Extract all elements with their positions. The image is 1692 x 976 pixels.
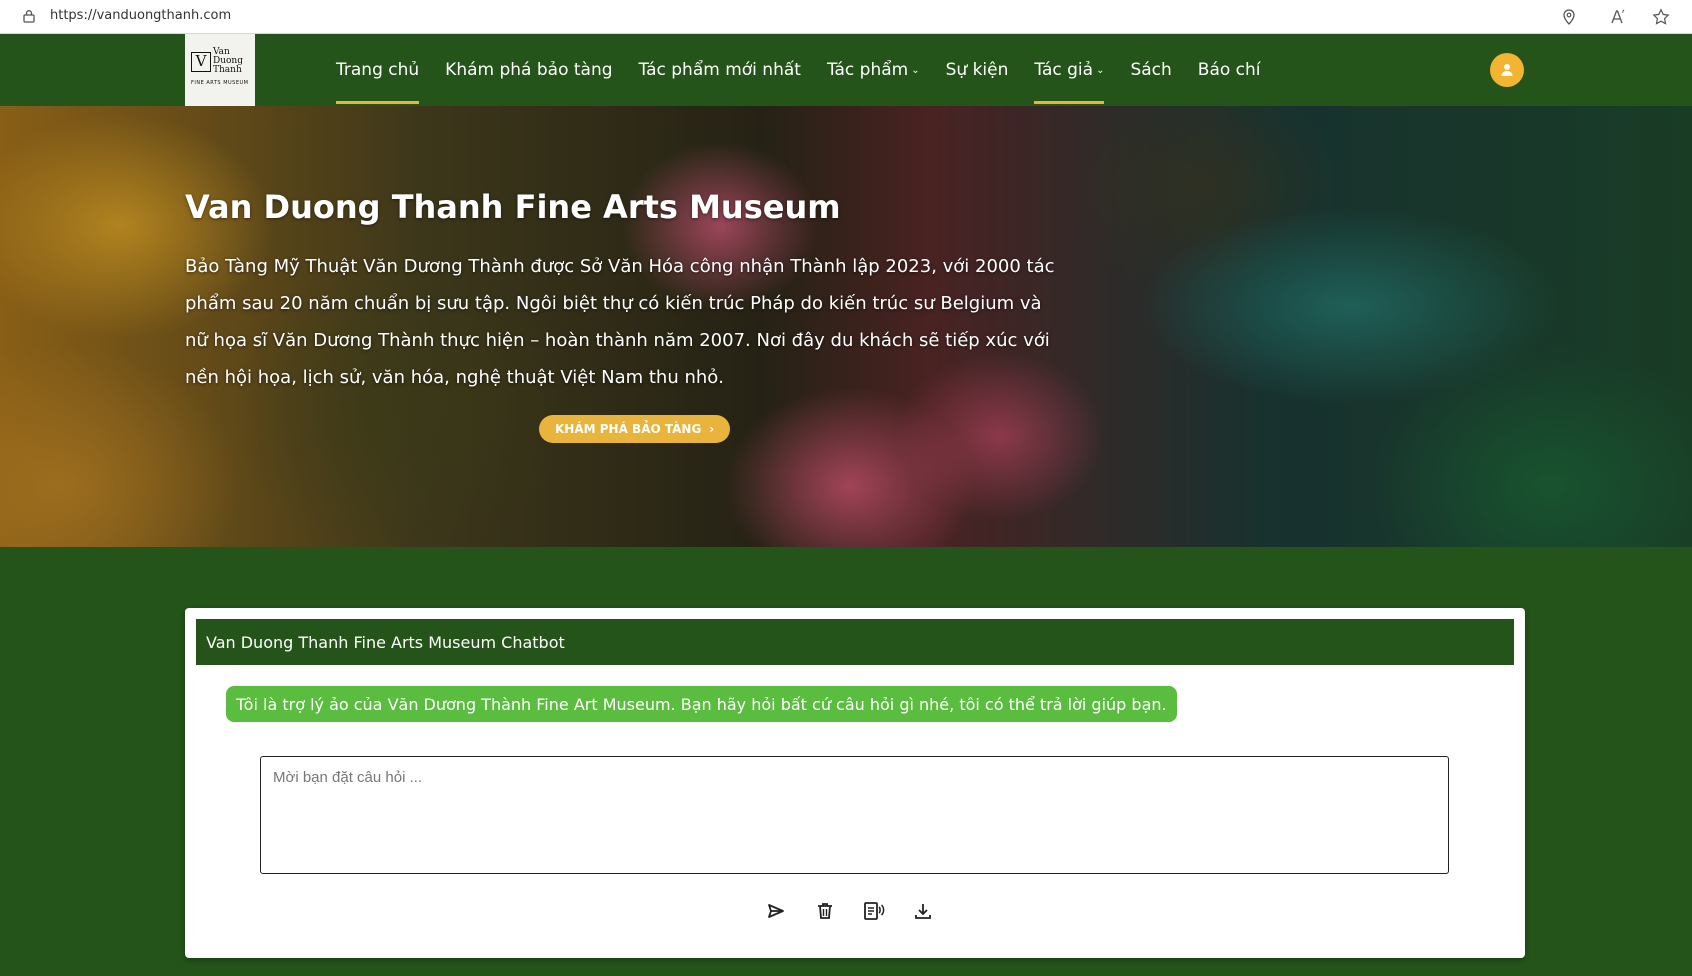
nav-label: Tác phẩm xyxy=(826,60,909,80)
question-input[interactable] xyxy=(260,756,1449,874)
logo-word-thanh: Thanh xyxy=(213,65,242,75)
hero-banner: Van Duong Thanh Fine Arts Museum Bảo Tàn… xyxy=(0,106,1692,547)
lock-icon xyxy=(23,10,35,23)
nav-item-authors[interactable]: Tác giả ⌄ xyxy=(1034,34,1105,106)
bot-greeting-message: Tôi là trợ lý ảo của Văn Dương Thành Fin… xyxy=(226,686,1177,722)
speech-icon xyxy=(864,902,885,920)
explore-museum-button[interactable]: KHÁM PHÁ BẢO TÀNG › xyxy=(539,415,731,443)
location-icon[interactable] xyxy=(1560,8,1578,26)
site-header: V Van Duong Thanh FINE ARTS MUSEUM Trang… xyxy=(0,34,1692,106)
nav-label: Trang chủ xyxy=(336,60,420,80)
nav-item-books[interactable]: Sách xyxy=(1130,34,1171,106)
bot-message-text: Tôi là trợ lý ảo của Văn Dương Thành Fin… xyxy=(236,694,1167,714)
hero-description: Bảo Tàng Mỹ Thuật Văn Dương Thành được S… xyxy=(185,256,1055,388)
chevron-down-icon: ⌄ xyxy=(911,64,920,76)
chatbot-panel: Van Duong Thanh Fine Arts Museum Chatbot… xyxy=(185,608,1525,958)
user-account-button[interactable] xyxy=(1490,53,1524,87)
nav-label: Khám phá bảo tàng xyxy=(445,60,613,80)
chatbot-header: Van Duong Thanh Fine Arts Museum Chatbot xyxy=(196,619,1514,665)
nav-label: Tác giả xyxy=(1034,60,1094,80)
nav-label: Sách xyxy=(1130,60,1172,80)
favorite-star-icon[interactable] xyxy=(1652,8,1670,26)
send-button[interactable] xyxy=(765,900,787,922)
nav-label: Tác phẩm mới nhất xyxy=(638,60,801,80)
main-nav: Trang chủ Khám phá bảo tàng Tác phẩm mới… xyxy=(336,34,1287,106)
download-icon xyxy=(915,904,931,919)
chevron-down-icon: ⌄ xyxy=(1096,64,1105,76)
site-logo[interactable]: V Van Duong Thanh FINE ARTS MUSEUM xyxy=(185,34,255,106)
logo-subtitle: FINE ARTS MUSEUM xyxy=(191,80,249,86)
user-icon xyxy=(1501,64,1513,76)
chevron-right-icon: › xyxy=(709,422,715,436)
browser-address-bar: https://vanduongthanh.com xyxy=(0,0,1692,34)
hero-title: Van Duong Thanh Fine Arts Museum xyxy=(185,188,841,226)
clear-chat-button[interactable] xyxy=(814,900,836,922)
nav-item-works[interactable]: Tác phẩm ⌄ xyxy=(827,34,920,106)
text-to-speech-button[interactable] xyxy=(863,900,885,922)
chat-toolbar xyxy=(765,900,934,922)
logo-wordmark: Van Duong Thanh xyxy=(213,48,243,75)
chatbot-title: Van Duong Thanh Fine Arts Museum Chatbot xyxy=(206,632,565,652)
nav-label: Sự kiện xyxy=(945,60,1009,80)
download-button[interactable] xyxy=(912,900,934,922)
send-icon xyxy=(768,904,784,918)
nav-label: Báo chí xyxy=(1197,60,1261,80)
trash-icon xyxy=(818,903,832,919)
nav-item-explore-museum[interactable]: Khám phá bảo tàng xyxy=(445,34,612,106)
explore-museum-label: KHÁM PHÁ BẢO TÀNG xyxy=(555,422,702,436)
nav-item-home[interactable]: Trang chủ xyxy=(336,34,420,106)
logo-letter: V xyxy=(191,52,211,72)
nav-item-press[interactable]: Báo chí xyxy=(1198,34,1261,106)
url-text[interactable]: https://vanduongthanh.com xyxy=(50,8,231,23)
nav-item-latest-works[interactable]: Tác phẩm mới nhất xyxy=(639,34,801,106)
nav-item-events[interactable]: Sự kiện xyxy=(946,34,1009,106)
read-aloud-icon[interactable] xyxy=(1610,8,1628,26)
